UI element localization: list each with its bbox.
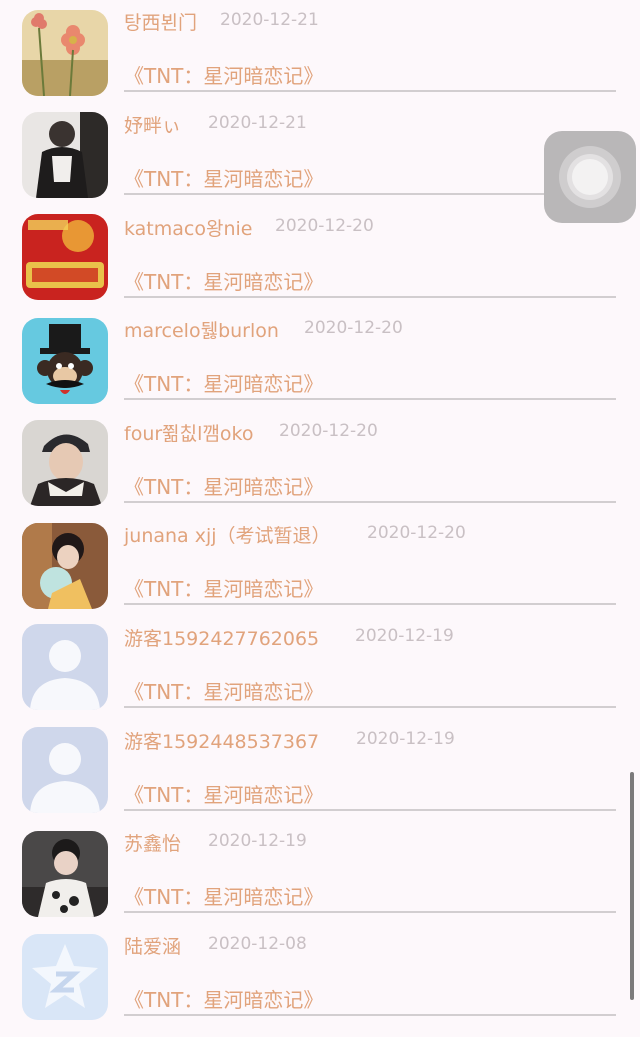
person-cap-avatar[interactable] — [22, 420, 108, 506]
comment-row[interactable]: marcelo뒗burlon 2020-12-20 《TNT：星河暗恋记》 — [0, 318, 640, 421]
cosmos-flower-avatar[interactable] — [22, 10, 108, 96]
book-title-link[interactable]: 《TNT：星河暗恋记》 — [124, 573, 323, 602]
comment-date: 2020-12-21 — [208, 113, 307, 133]
default-user-avatar[interactable] — [22, 624, 108, 710]
new-year-avatar[interactable] — [22, 214, 108, 300]
row-divider — [124, 398, 616, 400]
comment-row[interactable]: 陆爱涵 2020-12-08 《TNT：星河暗恋记》 — [0, 934, 640, 1037]
comment-row[interactable]: four쮦칪l깸oko 2020-12-20 《TNT：星河暗恋记》 — [0, 419, 640, 524]
book-title-link[interactable]: 《TNT：星河暗恋记》 — [124, 676, 323, 705]
scrollbar[interactable] — [630, 772, 634, 1000]
row-divider — [124, 911, 616, 913]
assistive-touch-button[interactable] — [544, 131, 636, 223]
book-title-link[interactable]: 《TNT：星河暗恋记》 — [124, 984, 323, 1013]
comment-row[interactable]: 游客1592448537367 2020-12-19 《TNT：星河暗恋记》 — [0, 727, 640, 832]
row-divider — [124, 1014, 616, 1016]
username-label[interactable]: 游客1592427762065 — [124, 624, 319, 651]
book-title-link[interactable]: 《TNT：星河暗恋记》 — [124, 471, 323, 500]
monkey-hat-avatar[interactable] — [22, 318, 108, 404]
comment-row[interactable]: 苏鑫怡 2020-12-19 《TNT：星河暗恋记》 — [0, 831, 640, 934]
row-divider — [124, 603, 616, 605]
assistive-touch-center — [572, 159, 608, 195]
book-title-link[interactable]: 《TNT：星河暗恋记》 — [124, 881, 323, 910]
book-title-link[interactable]: 《TNT：星河暗恋记》 — [124, 163, 323, 192]
comment-row[interactable]: 탕西뵌门 2020-12-21 《TNT：星河暗恋记》 — [0, 10, 640, 113]
comment-date: 2020-12-21 — [220, 10, 319, 30]
row-divider — [124, 296, 616, 298]
book-title-link[interactable]: 《TNT：星河暗恋记》 — [124, 368, 323, 397]
username-label[interactable]: 游客1592448537367 — [124, 727, 319, 754]
selfie-avatar[interactable] — [22, 831, 108, 917]
comment-date: 2020-12-19 — [356, 729, 455, 749]
book-title-link[interactable]: 《TNT：星河暗恋记》 — [124, 779, 323, 808]
comment-date: 2020-12-20 — [304, 318, 403, 338]
comment-date: 2020-12-19 — [355, 626, 454, 646]
username-label[interactable]: four쮦칪l깸oko — [124, 419, 253, 446]
comment-date: 2020-12-20 — [367, 523, 466, 543]
username-label[interactable]: 陆爱涵 — [124, 932, 181, 959]
comment-date: 2020-12-19 — [208, 831, 307, 851]
username-label[interactable]: 苏鑫怡 — [124, 829, 181, 856]
row-divider — [124, 706, 616, 708]
row-divider — [124, 501, 616, 503]
comment-date: 2020-12-08 — [208, 934, 307, 954]
default-user-avatar[interactable] — [22, 727, 108, 813]
row-divider — [124, 193, 616, 195]
row-divider — [124, 90, 616, 92]
username-label[interactable]: marcelo뒗burlon — [124, 316, 279, 343]
comment-date: 2020-12-20 — [279, 421, 378, 441]
book-title-link[interactable]: 《TNT：星河暗恋记》 — [124, 266, 323, 295]
person-avatar[interactable] — [22, 112, 108, 198]
username-label[interactable]: junana xjj（考试暂退） — [124, 521, 331, 548]
username-label[interactable]: katmaco왕nie — [124, 214, 252, 241]
comment-date: 2020-12-20 — [275, 216, 374, 236]
comment-row[interactable]: junana xjj（考试暂退） 2020-12-20 《TNT：星河暗恋记》 — [0, 523, 640, 626]
comment-row[interactable]: katmaco왕nie 2020-12-20 《TNT：星河暗恋记》 — [0, 214, 640, 319]
book-title-link[interactable]: 《TNT：星河暗恋记》 — [124, 60, 323, 89]
comment-row[interactable]: 游客1592427762065 2020-12-19 《TNT：星河暗恋记》 — [0, 624, 640, 729]
row-divider — [124, 809, 616, 811]
girl-fan-avatar[interactable] — [22, 523, 108, 609]
qq-logo-avatar[interactable] — [22, 934, 108, 1020]
username-label[interactable]: 탕西뵌门 — [124, 8, 197, 35]
username-label[interactable]: 妤畔ぃ — [124, 111, 181, 138]
